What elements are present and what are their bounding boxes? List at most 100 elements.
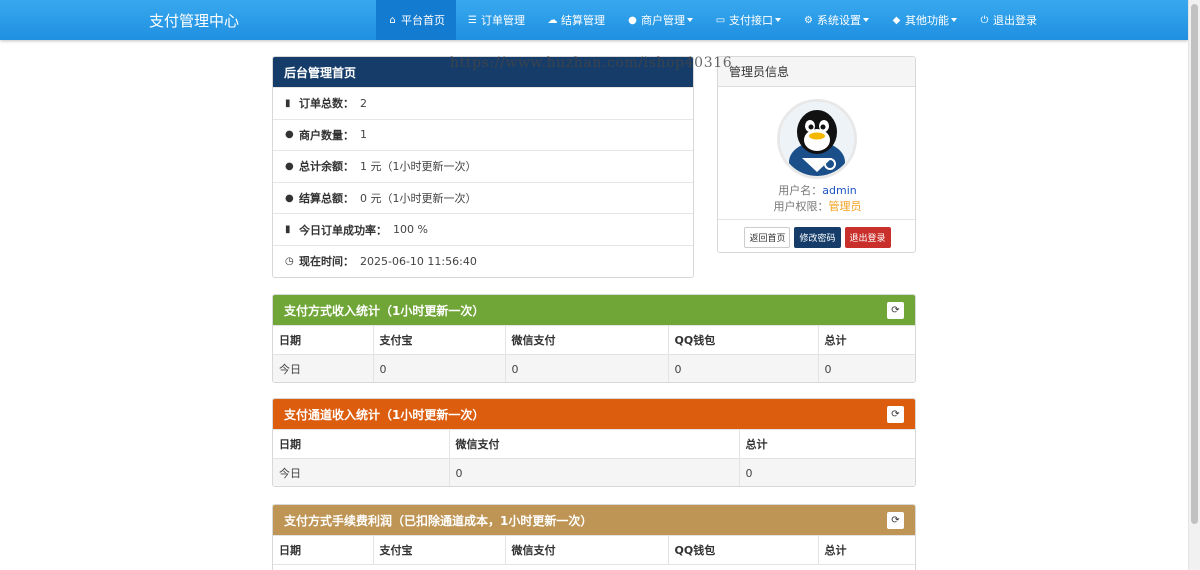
clock-icon: ◷ [285, 255, 294, 267]
stat-label: 订单总数： [299, 97, 354, 111]
nav-settlement-management[interactable]: ☁ 结算管理 [536, 0, 616, 40]
stat-value: 2025-06-10 11:56:40 [360, 254, 477, 268]
column-header: 日期 [273, 535, 374, 565]
user-icon: ● [628, 14, 637, 26]
drop-icon: ● [285, 160, 294, 172]
table-cell: 0 [738, 458, 915, 486]
panel-title: 支付方式手续费利润（已扣除通道成本，1小时更新一次） [284, 513, 593, 528]
column-header: 总计 [817, 325, 915, 355]
gear-icon: ⚙ [804, 14, 813, 26]
drop-icon: ● [285, 192, 294, 204]
panel-header: 支付方式收入统计（1小时更新一次） ⟳ [273, 295, 915, 325]
username-value: admin [822, 184, 857, 197]
caret-down-icon [863, 18, 869, 22]
column-header: 日期 [273, 429, 450, 459]
table-cell: 今日 [273, 458, 450, 486]
stat-label: 今日订单成功率： [299, 223, 387, 237]
change-password-button[interactable]: 修改密码 [794, 226, 841, 248]
username-label: 用户名： [778, 184, 823, 197]
nav-label: 其他功能 [905, 14, 949, 27]
refresh-icon[interactable]: ⟳ [887, 405, 904, 423]
panel-header: 支付方式手续费利润（已扣除通道成本，1小时更新一次） ⟳ [273, 505, 915, 535]
panel-header: 管理员信息 [718, 57, 915, 87]
nav-order-management[interactable]: ☰ 订单管理 [456, 0, 536, 40]
column-header: 微信支付 [504, 535, 669, 565]
admin-info-panel: 管理员信息 用户名：admin 用户权限：管理员 返回首页 修改密码 退出登录 [717, 56, 916, 253]
penguin-avatar-icon [780, 102, 854, 176]
nav-label: 平台首页 [401, 14, 445, 27]
stat-label: 现在时间： [299, 255, 354, 269]
stat-order-count: ▮ 订单总数： 2 [273, 87, 693, 119]
fee-profit-table: 日期 支付宝 微信支付 QQ钱包 总计 [273, 535, 915, 565]
column-header: 总计 [817, 535, 915, 565]
refresh-icon[interactable]: ⟳ [887, 511, 904, 529]
payment-fee-profit-panel: 支付方式手续费利润（已扣除通道成本，1小时更新一次） ⟳ 日期 支付宝 微信支付… [272, 504, 916, 570]
column-header: 微信支付 [448, 429, 740, 459]
drop-icon: ● [285, 129, 294, 141]
caret-down-icon [775, 18, 781, 22]
nav-other-functions[interactable]: ◆ 其他功能 [880, 0, 968, 40]
stat-label: 结算总额： [299, 192, 354, 206]
nav-merchant-management[interactable]: ● 商户管理 [616, 0, 704, 40]
list-icon: ☰ [468, 14, 477, 26]
nav-label: 系统设置 [817, 14, 861, 27]
stat-settlement-total: ● 结算总额： 0 元（1小时更新一次） [273, 181, 693, 214]
table-row: 今日 0 0 0 0 [273, 354, 915, 382]
watermark-text: https://www.huzhan.com/ishop40316 [450, 55, 733, 71]
panel-header: 支付通道收入统计（1小时更新一次） ⟳ [273, 399, 915, 429]
refresh-icon[interactable]: ⟳ [887, 301, 904, 319]
nav-label: 支付接口 [729, 14, 773, 27]
stat-value: 1 [360, 128, 367, 142]
power-icon: ⏻ [980, 14, 989, 26]
nav-label: 商户管理 [641, 14, 685, 27]
back-home-button[interactable]: 返回首页 [744, 226, 791, 248]
stat-value: 100 % [393, 223, 428, 237]
credit-card-icon: ▭ [715, 14, 726, 26]
table-row: 今日 0 0 [273, 458, 915, 486]
scrollbar-thumb[interactable] [1191, 4, 1198, 524]
column-header: 日期 [273, 325, 374, 355]
cloud-icon: ☁ [547, 14, 558, 26]
stat-value: 1 元（1小时更新一次） [360, 160, 477, 174]
stat-total-balance: ● 总计余额： 1 元（1小时更新一次） [273, 150, 693, 182]
main-nav: ⌂ 平台首页 ☰ 订单管理 ☁ 结算管理 ● 商户管理 ▭ 支付接口 ⚙ 系统设… [376, 0, 1048, 40]
stat-value: 0 元（1小时更新一次） [360, 192, 477, 206]
username-line: 用户名：admin [718, 182, 915, 198]
payment-method-table: 日期 支付宝 微信支付 QQ钱包 总计 今日 0 0 0 0 [273, 325, 915, 382]
role-value: 管理员 [828, 200, 862, 213]
nav-label: 退出登录 [993, 14, 1037, 27]
nav-system-settings[interactable]: ⚙ 系统设置 [792, 0, 880, 40]
caret-down-icon [951, 18, 957, 22]
column-header: 支付宝 [372, 325, 506, 355]
top-navbar: 支付管理中心 ⌂ 平台首页 ☰ 订单管理 ☁ 结算管理 ● 商户管理 ▭ 支付接… [0, 0, 1188, 40]
bar-chart-icon: ▮ [285, 224, 291, 236]
stat-label: 总计余额： [299, 160, 354, 174]
stat-value: 2 [360, 96, 367, 110]
table-cell: 0 [667, 354, 819, 382]
payment-method-income-panel: 支付方式收入统计（1小时更新一次） ⟳ 日期 支付宝 微信支付 QQ钱包 总计 … [272, 294, 916, 383]
nav-platform-home[interactable]: ⌂ 平台首页 [376, 0, 456, 40]
brand-title[interactable]: 支付管理中心 [149, 10, 239, 31]
table-header-row: 日期 支付宝 微信支付 QQ钱包 总计 [273, 325, 915, 355]
table-cell: 0 [372, 354, 506, 382]
nav-label: 结算管理 [561, 14, 605, 27]
panel-title: 支付方式收入统计（1小时更新一次） [284, 303, 485, 318]
payment-channel-income-panel: 支付通道收入统计（1小时更新一次） ⟳ 日期 微信支付 总计 今日 0 0 [272, 398, 916, 487]
column-header: 支付宝 [372, 535, 506, 565]
column-header: 微信支付 [504, 325, 669, 355]
admin-home-panel: 后台管理首页 ▮ 订单总数： 2 ● 商户数量： 1 ● 总计余额： 1 元（1… [272, 56, 694, 278]
stat-success-rate: ▮ 今日订单成功率： 100 % [273, 213, 693, 245]
table-cell: 0 [817, 354, 915, 382]
column-header: 总计 [738, 429, 915, 459]
column-header: QQ钱包 [667, 325, 819, 355]
nav-logout[interactable]: ⏻ 退出登录 [968, 0, 1048, 40]
avatar [777, 99, 857, 179]
table-cell: 0 [448, 458, 740, 486]
nav-payment-interface[interactable]: ▭ 支付接口 [704, 0, 792, 40]
role-label: 用户权限： [773, 200, 829, 213]
table-cell: 0 [504, 354, 669, 382]
page-scrollbar[interactable] [1188, 0, 1200, 570]
logout-button[interactable]: 退出登录 [844, 226, 891, 248]
table-header-row: 日期 微信支付 总计 [273, 429, 915, 459]
panel-title: 管理员信息 [729, 65, 790, 79]
